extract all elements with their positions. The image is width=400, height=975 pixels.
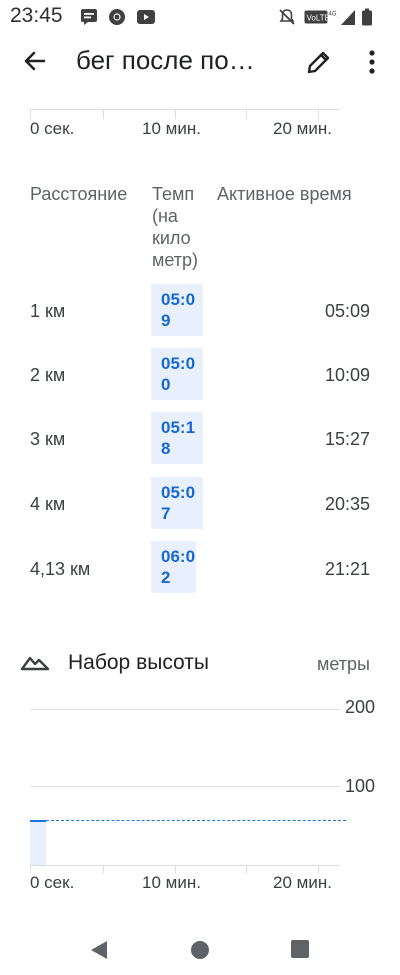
axis-tick bbox=[175, 109, 176, 119]
axis-tick bbox=[103, 109, 104, 119]
y-tick-label: 100 bbox=[345, 776, 376, 796]
row-pace: 05:09 bbox=[161, 290, 196, 330]
nav-bar bbox=[0, 925, 400, 975]
row-active-time: 05:09 bbox=[324, 301, 370, 321]
elevation-trend-line bbox=[46, 820, 346, 821]
back-arrow-icon[interactable] bbox=[22, 48, 48, 79]
mountain-icon bbox=[20, 651, 50, 678]
x-tick-label: 20 мин. bbox=[273, 119, 332, 138]
status-time: 23:45 bbox=[10, 4, 63, 27]
row-active-time: 10:09 bbox=[324, 365, 370, 385]
row-pace: 06:02 bbox=[161, 547, 196, 587]
row-distance: 1 км bbox=[30, 301, 66, 321]
app-bar: бег после по… bbox=[0, 34, 400, 92]
pace-chart-axis: 0 сек. 10 мин. 20 мин. bbox=[0, 92, 400, 152]
row-active-time: 21:21 bbox=[324, 559, 370, 579]
axis-tick bbox=[175, 865, 176, 873]
axis-line bbox=[30, 865, 340, 866]
more-vert-icon[interactable] bbox=[360, 49, 384, 80]
signal-icon bbox=[340, 8, 356, 31]
x-tick-label: 20 мин. bbox=[273, 873, 332, 892]
row-distance: 4 км bbox=[30, 494, 66, 514]
page-title: бег после по… bbox=[76, 45, 255, 75]
nav-home-icon[interactable] bbox=[189, 939, 211, 966]
axis-line bbox=[30, 109, 340, 110]
nav-back-icon[interactable] bbox=[88, 938, 110, 967]
row-active-time: 20:35 bbox=[324, 494, 370, 514]
header-active-time: Активное время bbox=[217, 184, 352, 204]
message-icon bbox=[80, 8, 98, 31]
header-pace: Темп (на кило метр) bbox=[152, 184, 199, 270]
row-distance: 4,13 км bbox=[30, 559, 91, 579]
network-label: 4G bbox=[329, 12, 337, 18]
table-row: 3 км 05:18 15:27 bbox=[0, 412, 400, 466]
row-distance: 3 км bbox=[30, 429, 66, 449]
elevation-title: Набор высоты bbox=[68, 651, 209, 674]
y-tick-label: 200 bbox=[345, 697, 376, 717]
row-pace: 05:18 bbox=[161, 418, 196, 458]
elevation-units: метры bbox=[317, 654, 370, 674]
elevation-chart: 200 100 0 сек. 10 мин. 20 мин. bbox=[0, 690, 400, 905]
header-distance: Расстояние bbox=[30, 184, 128, 204]
x-tick-label: 0 сек. bbox=[30, 873, 75, 892]
axis-tick bbox=[318, 109, 319, 119]
table-row: 4 км 05:07 20:35 bbox=[0, 477, 400, 531]
x-tick-label: 10 мин. bbox=[142, 873, 201, 892]
x-tick-label: 10 мин. bbox=[142, 119, 201, 138]
nav-recents-icon[interactable] bbox=[290, 939, 310, 964]
elevation-area bbox=[30, 821, 46, 865]
pace-chip: 05:07 bbox=[151, 477, 203, 529]
row-distance: 2 км bbox=[30, 365, 66, 385]
grid-line bbox=[30, 709, 340, 710]
axis-tick bbox=[246, 109, 247, 119]
axis-tick bbox=[318, 865, 319, 873]
row-pace: 05:00 bbox=[161, 354, 196, 394]
pace-chip: 05:18 bbox=[151, 412, 203, 464]
edit-pencil-icon[interactable] bbox=[305, 48, 333, 81]
axis-tick bbox=[246, 865, 247, 873]
pace-chip: 05:00 bbox=[151, 348, 203, 400]
table-row: 4,13 км 06:02 21:21 bbox=[0, 541, 400, 595]
table-row: 2 км 05:00 10:09 bbox=[0, 348, 400, 402]
table-row: 1 км 05:09 05:09 bbox=[0, 284, 400, 338]
volte-icon: VoLTE 4G bbox=[304, 9, 338, 30]
axis-tick bbox=[30, 865, 31, 873]
chrome-icon bbox=[108, 8, 126, 31]
x-tick-label: 0 сек. bbox=[30, 119, 75, 138]
elevation-line bbox=[30, 820, 46, 822]
mute-icon bbox=[278, 8, 296, 31]
row-active-time: 15:27 bbox=[324, 429, 370, 449]
pace-chip: 06:02 bbox=[151, 541, 196, 593]
axis-tick bbox=[30, 109, 31, 119]
status-bar: 23:45 VoLTE 4G bbox=[0, 0, 400, 34]
row-pace: 05:07 bbox=[161, 483, 196, 523]
axis-tick bbox=[103, 865, 104, 873]
pace-chip: 05:09 bbox=[151, 284, 203, 336]
grid-line bbox=[30, 786, 340, 787]
battery-icon bbox=[361, 8, 373, 31]
volte-label: VoLTE bbox=[307, 14, 330, 23]
youtube-icon bbox=[136, 8, 156, 31]
